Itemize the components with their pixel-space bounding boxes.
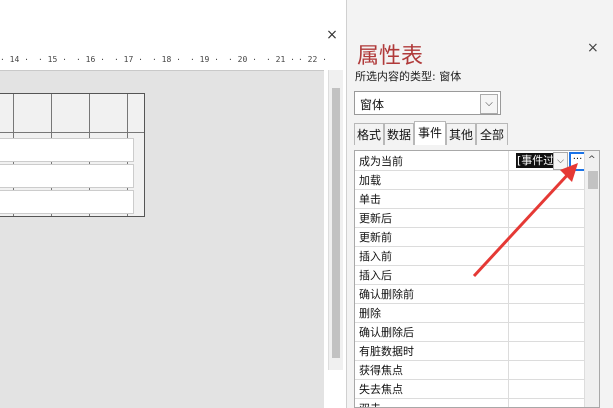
annotation-arrow <box>472 163 578 278</box>
annotation-arrow-shaft <box>472 168 574 278</box>
